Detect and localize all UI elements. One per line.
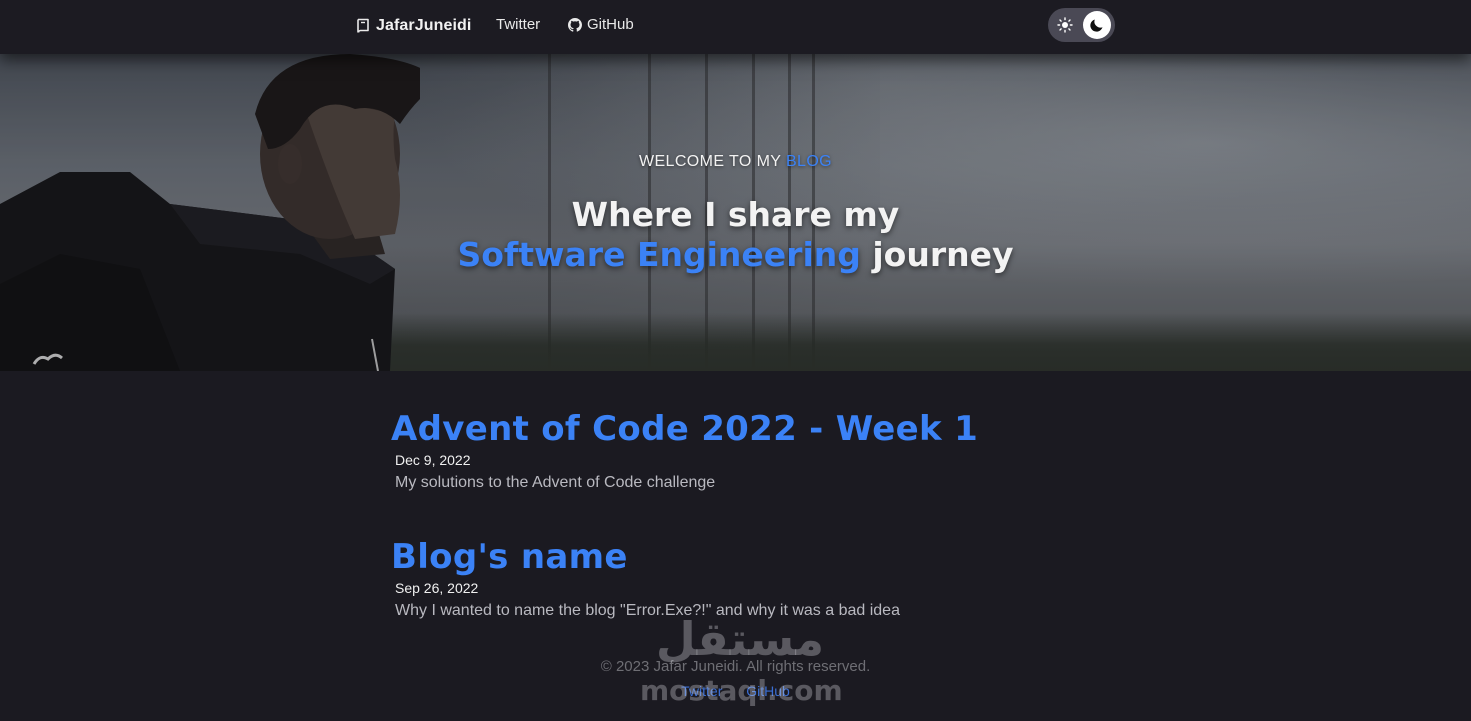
hero-welcome-accent: BLOG	[785, 153, 833, 170]
hero-tagline-suffix: journey	[872, 235, 1014, 274]
nav-link-twitter[interactable]: Twitter	[496, 16, 540, 33]
hero-welcome: WELCOME TO MY BLOG	[0, 153, 1471, 171]
hero-tagline-line1: Where I share my	[571, 195, 900, 234]
moon-icon	[1090, 19, 1103, 32]
watermark-latin: mostaql.com	[640, 674, 843, 707]
github-icon	[568, 17, 582, 32]
theme-toggle[interactable]	[1048, 8, 1115, 42]
brand-name: JafarJuneidi	[376, 17, 472, 34]
hero-content: WELCOME TO MY BLOG Where I share my Soft…	[0, 54, 1471, 371]
theme-toggle-knob[interactable]	[1083, 11, 1111, 39]
nav-link-github[interactable]: GitHub	[568, 16, 634, 33]
post-title-link[interactable]: Blog's name	[391, 533, 1091, 581]
hero-banner: WELCOME TO MY BLOG Where I share my Soft…	[0, 54, 1471, 371]
nav-link-github-label: GitHub	[587, 16, 634, 33]
sun-icon	[1057, 17, 1073, 33]
book-icon	[357, 18, 369, 33]
post-date: Dec 9, 2022	[395, 452, 471, 468]
hero-welcome-prefix: WELCOME TO MY	[638, 153, 782, 170]
post-date: Sep 26, 2022	[395, 580, 479, 596]
nav-link-twitter-label: Twitter	[496, 16, 541, 33]
hero-tagline: Where I share my Software Engineering jo…	[0, 195, 1471, 275]
hero-tagline-accent: Software Engineering	[457, 235, 861, 274]
brand-link[interactable]: JafarJuneidi	[356, 15, 471, 37]
top-navbar: JafarJuneidi Twitter GitHub	[0, 0, 1471, 54]
watermark-arabic: مستقل	[655, 612, 825, 666]
post-item: Advent of Code 2022 - Week 1 Dec 9, 2022…	[391, 405, 1091, 493]
post-description: My solutions to the Advent of Code chall…	[395, 474, 716, 491]
post-item: Blog's name Sep 26, 2022 Why I wanted to…	[391, 533, 1091, 621]
post-title-link[interactable]: Advent of Code 2022 - Week 1	[391, 405, 1091, 453]
